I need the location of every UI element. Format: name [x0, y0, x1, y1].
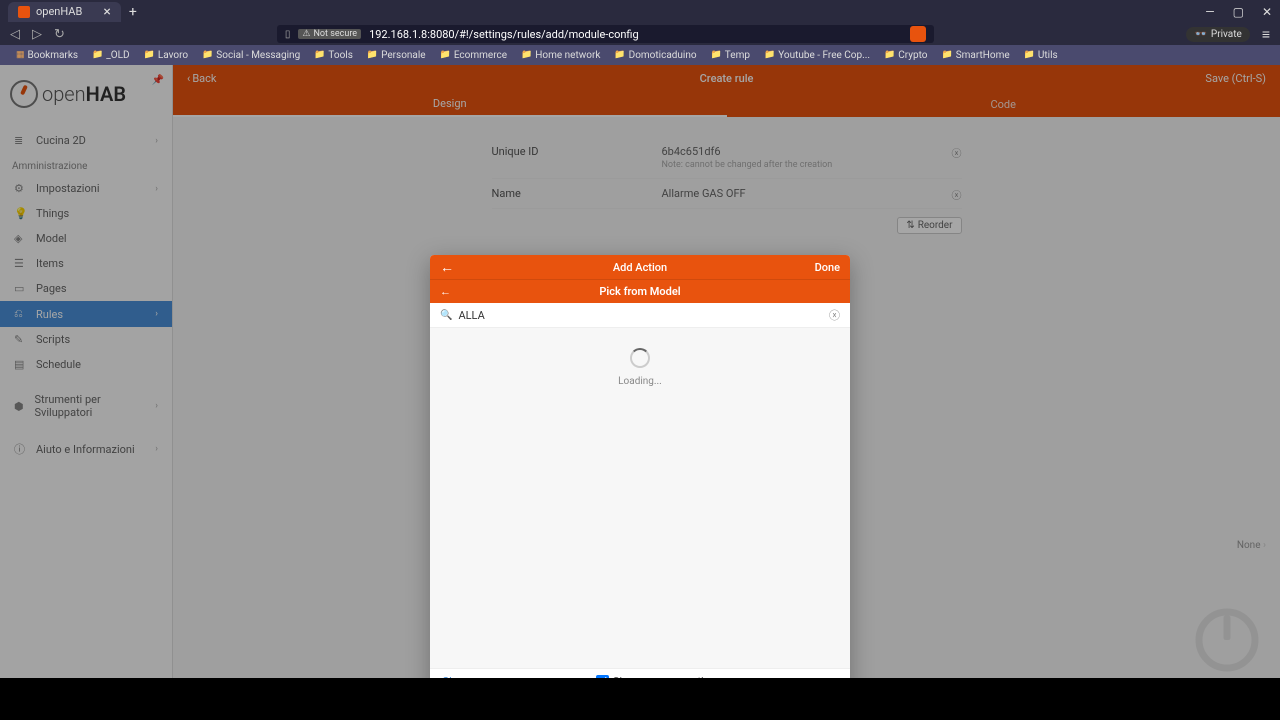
nav-back-button[interactable]: ◁ [10, 27, 20, 42]
bookmark-icon[interactable]: ▯ [285, 29, 291, 40]
modal-back-icon[interactable]: ← [440, 259, 454, 276]
tab-favicon [18, 6, 30, 18]
browser-tab-bar: openHAB × + — ▢ ✕ [0, 0, 1280, 23]
bookmark-item[interactable]: ▦Bookmarks [10, 50, 84, 61]
done-button[interactable]: Done [815, 261, 840, 274]
modal-header-pick: ← Pick from Model [430, 279, 850, 303]
bookmark-item[interactable]: 📁Lavoro [138, 50, 194, 61]
bookmark-item[interactable]: 📁Youtube - Free Cop... [758, 50, 876, 61]
search-icon: 🔍 [440, 310, 452, 321]
bookmark-item[interactable]: 📁Ecommerce [434, 50, 513, 61]
nav-forward-button[interactable]: ▷ [32, 27, 42, 42]
bookmark-item[interactable]: 📁Crypto [878, 50, 933, 61]
search-row: 🔍 ⓧ [430, 303, 850, 328]
browser-menu-button[interactable]: ≡ [1262, 26, 1270, 43]
bookmark-item[interactable]: 📁Personale [361, 50, 432, 61]
bookmark-item[interactable]: 📁Temp [705, 50, 756, 61]
browser-tab[interactable]: openHAB × [8, 2, 121, 22]
modal: ← Add Action Done ← Pick from Model 🔍 ⓧ … [430, 255, 850, 694]
private-badge: 👓 Private [1186, 27, 1249, 42]
modal-header-add-action: ← Add Action Done [430, 255, 850, 279]
app-area: openHAB 📌 ≣Cucina 2D› Amministrazione ⚙I… [0, 65, 1280, 720]
bookmark-item[interactable]: 📁_OLD [86, 50, 136, 61]
shield-icon[interactable] [910, 26, 926, 42]
bookmark-item[interactable]: 📁Tools [308, 50, 359, 61]
modal-back-icon[interactable]: ← [440, 285, 451, 298]
window-controls: — ▢ ✕ [1205, 5, 1272, 19]
url-bar[interactable]: ▯ ⚠ Not secure 192.168.1.8:8080/#!/setti… [277, 25, 935, 43]
loading-text: Loading... [618, 376, 662, 387]
bookmark-item[interactable]: 📁Utils [1018, 50, 1064, 61]
modal-body: Loading... [430, 328, 850, 668]
close-window-button[interactable]: ✕ [1262, 5, 1272, 19]
tab-title: openHAB [36, 5, 82, 18]
minimize-button[interactable]: — [1205, 5, 1214, 19]
browser-nav-bar: ◁ ▷ ↻ ▯ ⚠ Not secure 192.168.1.8:8080/#!… [0, 23, 1280, 45]
url-text: 192.168.1.8:8080/#!/settings/rules/add/m… [369, 28, 639, 41]
spinner-icon [630, 348, 650, 368]
bookmark-item[interactable]: 📁SmartHome [935, 50, 1015, 61]
search-input[interactable] [458, 309, 829, 322]
bookmark-item[interactable]: 📁Social - Messaging [196, 50, 306, 61]
bookmark-item[interactable]: 📁Home network [515, 50, 606, 61]
bookmarks-bar: ▦Bookmarks 📁_OLD 📁Lavoro 📁Social - Messa… [0, 45, 1280, 65]
black-bar [0, 678, 1280, 720]
bookmark-item[interactable]: 📁Domoticaduino [608, 50, 702, 61]
modal-title: Add Action [613, 261, 667, 274]
modal-subtitle: Pick from Model [599, 285, 680, 298]
watermark-icon [1192, 605, 1262, 675]
security-badge[interactable]: ⚠ Not secure [298, 29, 361, 39]
nav-reload-button[interactable]: ↻ [54, 27, 65, 42]
tab-close-icon[interactable]: × [103, 4, 110, 20]
search-clear-icon[interactable]: ⓧ [829, 307, 840, 323]
new-tab-button[interactable]: + [129, 4, 137, 20]
maximize-button[interactable]: ▢ [1233, 5, 1244, 19]
